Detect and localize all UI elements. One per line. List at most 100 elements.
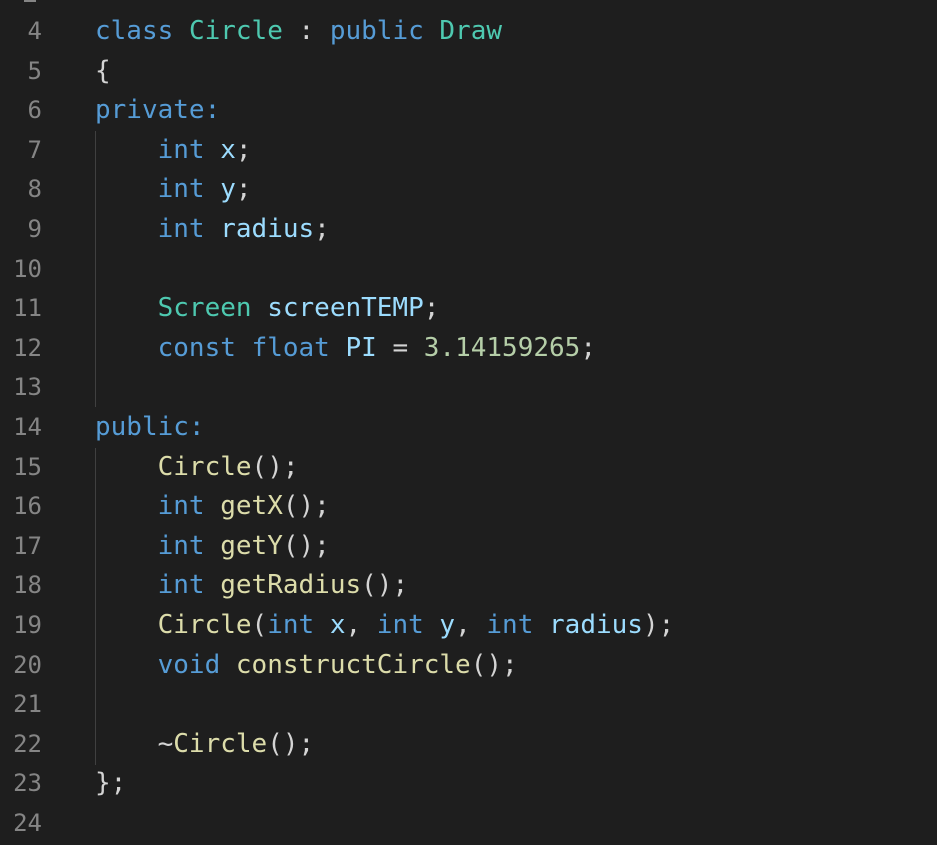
code-token: ( xyxy=(251,610,268,640)
code-token: screenTEMP xyxy=(267,293,424,324)
line-number: 20 xyxy=(13,650,42,679)
code-text: int radius; xyxy=(95,210,330,250)
code-text: int x; xyxy=(95,131,252,171)
code-token: public: xyxy=(95,412,205,442)
code-line[interactable]: 13 xyxy=(0,368,937,408)
code-token: ; xyxy=(423,293,440,324)
code-line[interactable]: 24 xyxy=(0,804,937,844)
code-line[interactable]: 23}; xyxy=(0,764,937,804)
code-token: PI xyxy=(345,332,377,363)
code-token: int xyxy=(157,174,205,205)
code-editor[interactable]: 4 class Circle : public Draw 5{6 private: 7 … xyxy=(0,0,937,845)
line-number: 8 xyxy=(27,175,42,204)
line-number: 12 xyxy=(13,333,42,362)
line-number: 11 xyxy=(13,294,42,323)
code-token: ; xyxy=(235,134,252,165)
code-token: radius xyxy=(220,214,315,244)
code-text: int getX(); xyxy=(95,487,330,527)
code-line[interactable]: 11 Screen screenTEMP; xyxy=(0,289,937,329)
code-token: , xyxy=(345,610,377,640)
code-token: (); xyxy=(251,451,299,482)
code-token: int xyxy=(157,214,205,244)
code-text: { xyxy=(95,52,111,92)
code-text: }; xyxy=(95,764,126,804)
code-token: class xyxy=(95,16,174,46)
line-number: 19 xyxy=(13,611,42,639)
code-token: int xyxy=(486,610,534,640)
code-token: }; xyxy=(95,768,127,799)
line-number: 16 xyxy=(13,492,42,521)
code-line[interactable]: 15 Circle(); xyxy=(0,448,937,488)
code-token: int xyxy=(376,610,424,640)
line-number: 4 xyxy=(27,17,42,45)
code-line[interactable]: 21 xyxy=(0,685,937,725)
code-line[interactable]: 7 int x; xyxy=(0,131,937,171)
code-line[interactable]: 5{ xyxy=(0,52,937,92)
code-line[interactable]: 20 void constructCircle(); xyxy=(0,646,937,686)
code-token: Circle xyxy=(173,728,268,759)
code-token: : xyxy=(282,16,330,46)
code-line[interactable]: 8 int y; xyxy=(0,170,937,210)
code-token: ; xyxy=(235,174,252,205)
line-number: 9 xyxy=(27,215,42,243)
line-number: 10 xyxy=(13,254,42,283)
code-token: (); xyxy=(282,530,330,561)
line-number: 13 xyxy=(13,373,42,402)
code-token: { xyxy=(95,55,111,86)
code-token: ; xyxy=(314,214,330,244)
code-token: const xyxy=(157,332,236,363)
code-line[interactable]: 16 int getX(); xyxy=(0,487,937,527)
code-token: y xyxy=(439,610,456,640)
line-number: 18 xyxy=(13,571,42,600)
code-token: Circle xyxy=(157,610,252,640)
code-text: private: xyxy=(95,91,220,131)
code-token: Screen xyxy=(157,293,252,324)
code-line[interactable]: 17 int getY(); xyxy=(0,527,937,567)
code-line[interactable]: 9 int radius; xyxy=(0,210,937,250)
code-line[interactable]: 6 private: xyxy=(0,91,937,131)
code-token: int xyxy=(157,530,205,561)
code-token: (); xyxy=(470,649,518,680)
code-token: (); xyxy=(361,570,409,601)
code-token: x xyxy=(220,134,236,165)
code-token: radius xyxy=(549,610,643,640)
code-line[interactable]: 14 public: xyxy=(0,408,937,448)
code-line[interactable]: 22 ~Circle(); xyxy=(0,725,937,765)
code-line[interactable]: 18 int getRadius(); xyxy=(0,566,937,606)
code-line[interactable]: 12 const float PI = 3.14159265; xyxy=(0,329,937,369)
code-token: ~ xyxy=(157,728,174,759)
line-number: 14 xyxy=(13,413,42,441)
line-number: 15 xyxy=(13,452,42,481)
code-text: Screen screenTEMP; xyxy=(95,289,440,329)
code-token: void xyxy=(157,649,221,680)
code-line[interactable]: 19 Circle(int x, int y, int radius); xyxy=(0,606,937,646)
code-token: constructCircle xyxy=(235,649,471,680)
code-line[interactable]: 10 xyxy=(0,250,937,290)
code-text: int getRadius(); xyxy=(95,566,408,606)
line-number: 21 xyxy=(13,690,42,719)
code-token: Draw xyxy=(439,16,503,46)
line-number: 5 xyxy=(27,56,42,85)
code-token: getRadius xyxy=(220,570,362,601)
code-token: getX xyxy=(220,491,283,522)
code-text: Circle(int x, int y, int radius); xyxy=(95,606,675,646)
code-token: float xyxy=(251,332,330,363)
code-line[interactable]: 4 class Circle : public Draw xyxy=(0,12,937,52)
code-text: class Circle : public Draw xyxy=(95,12,502,52)
line-number: 7 xyxy=(27,135,42,164)
